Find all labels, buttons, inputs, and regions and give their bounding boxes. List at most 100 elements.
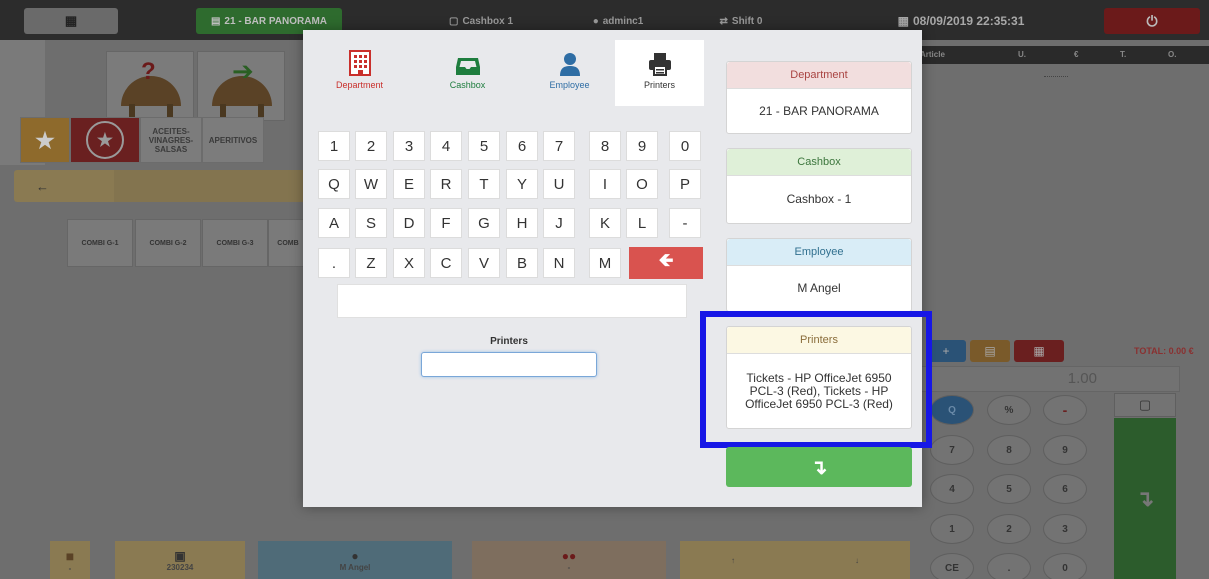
numpad-1[interactable]: 1 <box>930 514 974 544</box>
key-u[interactable]: U <box>543 169 575 199</box>
key-5[interactable]: 5 <box>468 131 500 161</box>
numpad-search[interactable]: Q <box>930 395 974 425</box>
category-row: ★ ★ ACEITES-VINAGRES-SALSAS APERITIVOS <box>20 117 264 163</box>
key-t[interactable]: T <box>468 169 500 199</box>
col-total: T. <box>1120 50 1127 59</box>
table-leg <box>167 104 173 118</box>
key-9[interactable]: 9 <box>626 131 658 161</box>
key-p[interactable]: P <box>669 169 701 199</box>
numpad-percent[interactable]: % <box>987 395 1031 425</box>
numpad-ce[interactable]: CE <box>930 553 974 579</box>
key-r[interactable]: R <box>430 169 462 199</box>
numpad-minus[interactable]: - <box>1043 395 1087 425</box>
key-f[interactable]: F <box>430 208 462 238</box>
printer-icon <box>648 53 671 76</box>
key-x[interactable]: X <box>393 248 425 278</box>
key-6[interactable]: 6 <box>506 131 538 161</box>
key-b[interactable]: B <box>506 248 538 278</box>
key-q[interactable]: Q <box>318 169 350 199</box>
table-info[interactable]: ■ - <box>50 541 90 579</box>
guests-info[interactable]: ●● - <box>472 541 666 579</box>
numpad-7[interactable]: 7 <box>930 435 974 465</box>
product-combi-g2[interactable]: COMBI G-2 <box>135 219 201 267</box>
key-dash[interactable]: - <box>669 208 701 238</box>
key-w[interactable]: W <box>355 169 387 199</box>
key-3[interactable]: 3 <box>393 131 425 161</box>
key-v[interactable]: V <box>468 248 500 278</box>
numpad-2[interactable]: 2 <box>987 514 1031 544</box>
category-aceites[interactable]: ACEITES-VINAGRES-SALSAS <box>140 117 202 163</box>
table-move-button[interactable]: ➔ <box>197 51 285 121</box>
numpad-5[interactable]: 5 <box>987 474 1031 504</box>
numpad-0[interactable]: 0 <box>1043 553 1087 579</box>
employee-info[interactable]: ● M Angel <box>258 541 452 579</box>
backspace-key[interactable]: 🡸 <box>629 247 703 279</box>
numpad-4[interactable]: 4 <box>930 474 974 504</box>
enter-arrow-icon: ↴ <box>810 456 828 479</box>
favorites-button[interactable]: ★ <box>20 117 70 163</box>
numpad-dot[interactable]: . <box>987 553 1031 579</box>
key-8[interactable]: 8 <box>589 131 621 161</box>
department-card-value: 21 - BAR PANORAMA <box>759 103 879 118</box>
numpad-9[interactable]: 9 <box>1043 435 1087 465</box>
employee-card[interactable]: Employee M Angel <box>726 238 912 312</box>
add-button[interactable]: + <box>926 340 966 362</box>
power-button[interactable]: ⏻ <box>1104 8 1200 34</box>
numpad-6[interactable]: 6 <box>1043 474 1087 504</box>
key-a[interactable]: A <box>318 208 350 238</box>
product-combi-g3[interactable]: COMBI G-3 <box>202 219 268 267</box>
key-n[interactable]: N <box>543 248 575 278</box>
key-d[interactable]: D <box>393 208 425 238</box>
scroll-down-button[interactable]: ↓ <box>855 556 859 565</box>
product-combi-g4[interactable]: COMB <box>268 219 308 267</box>
back-bar[interactable]: ← <box>14 170 304 202</box>
key-c[interactable]: C <box>430 248 462 278</box>
key-s[interactable]: S <box>355 208 387 238</box>
key-o[interactable]: O <box>626 169 658 199</box>
key-j[interactable]: J <box>543 208 575 238</box>
key-7[interactable]: 7 <box>543 131 575 161</box>
arrow-right-icon: ➔ <box>232 56 254 86</box>
numpad-3[interactable]: 3 <box>1043 514 1087 544</box>
product-combi-g1[interactable]: COMBI G-1 <box>67 219 133 267</box>
cashbox-card[interactable]: Cashbox Cashbox - 1 <box>726 148 912 224</box>
ticket-info[interactable]: ▣ 230234 <box>115 541 245 579</box>
menu-grid-button[interactable]: ▦ <box>24 8 118 34</box>
enter-button[interactable]: ↴ <box>1114 418 1176 579</box>
category-aperitivos[interactable]: APERITIVOS <box>202 117 264 163</box>
key-m[interactable]: M <box>589 248 621 278</box>
key-k[interactable]: K <box>589 208 621 238</box>
key-l[interactable]: L <box>626 208 658 238</box>
col-other: O. <box>1168 50 1177 59</box>
key-e[interactable]: E <box>393 169 425 199</box>
numpad-8[interactable]: 8 <box>987 435 1031 465</box>
tab-printers-label: Printers <box>643 80 675 90</box>
open-drawer-button[interactable]: ▢ <box>1114 393 1176 417</box>
key-y[interactable]: Y <box>506 169 538 199</box>
department-card[interactable]: Department 21 - BAR PANORAMA <box>726 61 912 134</box>
key-2[interactable]: 2 <box>355 131 387 161</box>
key-h[interactable]: H <box>506 208 538 238</box>
grid-icon: ▦ <box>64 13 78 28</box>
gift-button[interactable]: ▦ <box>1014 340 1064 362</box>
printers-search-input[interactable] <box>421 352 597 377</box>
key-0[interactable]: 0 <box>669 131 701 161</box>
tab-employee[interactable]: Employee <box>525 40 614 106</box>
scroll-up-button[interactable]: ↑ <box>731 556 735 565</box>
confirm-button[interactable]: ↴ <box>726 447 912 487</box>
tab-cashbox[interactable]: Cashbox <box>423 40 512 106</box>
key-dot[interactable]: . <box>318 248 350 278</box>
key-i[interactable]: I <box>589 169 621 199</box>
key-1[interactable]: 1 <box>318 131 350 161</box>
print-button[interactable]: ▤ <box>970 340 1010 362</box>
favorites-circle-button[interactable]: ★ <box>70 117 140 163</box>
department-card-title: Department <box>727 62 911 89</box>
question-icon: ? <box>141 58 156 85</box>
key-z[interactable]: Z <box>355 248 387 278</box>
key-g[interactable]: G <box>468 208 500 238</box>
tab-department[interactable]: Department <box>315 40 404 106</box>
tab-printers[interactable]: Printers <box>615 40 704 106</box>
keyboard-text-field[interactable] <box>337 284 687 318</box>
table-unknown-button[interactable]: ? <box>106 51 194 121</box>
key-4[interactable]: 4 <box>430 131 462 161</box>
